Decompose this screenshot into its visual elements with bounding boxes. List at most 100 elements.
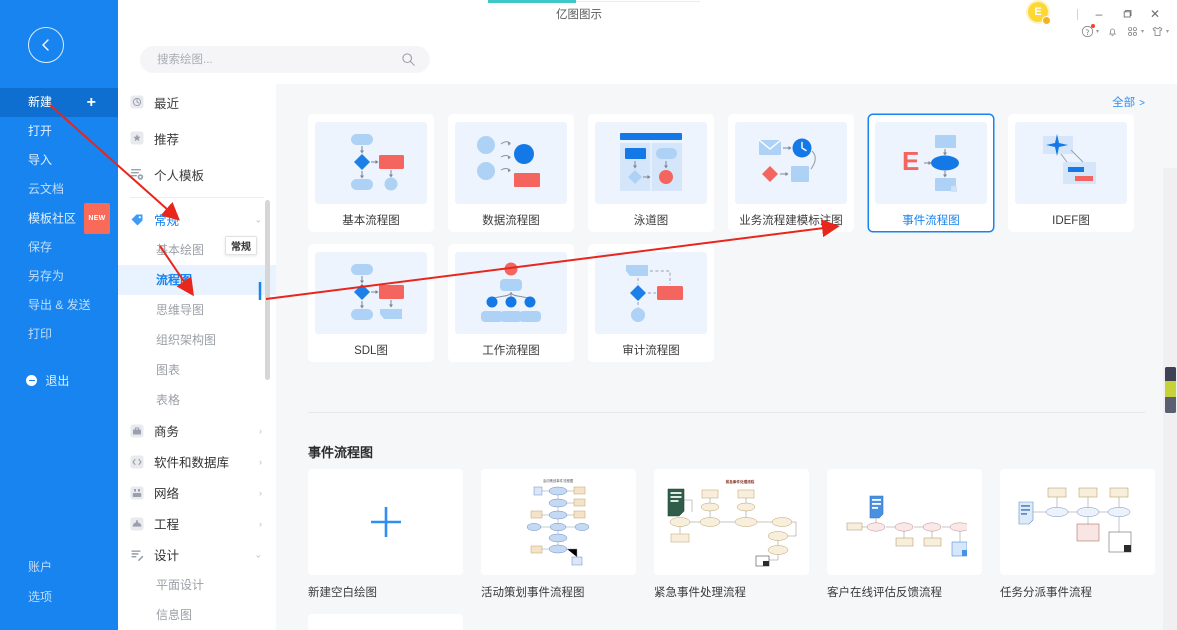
help-button[interactable]: ▾ bbox=[1079, 24, 1101, 39]
category-sub-label: 基本绘图 bbox=[156, 243, 205, 257]
category-group-network[interactable]: 网络 › bbox=[118, 477, 276, 508]
type-card-audit-flowchart[interactable]: 审计流程图 bbox=[588, 244, 714, 362]
svg-text:E: E bbox=[902, 146, 919, 176]
view-all-link[interactable]: 全部 > bbox=[1112, 94, 1145, 110]
active-tab-indicator bbox=[488, 0, 576, 3]
window-controls-separator bbox=[1077, 8, 1078, 20]
sidebar-item-export-send[interactable]: 导出 & 发送 bbox=[0, 291, 118, 320]
type-card-workflow[interactable]: 工作流程图 bbox=[448, 244, 574, 362]
template-card-label: 客户在线评估反馈流程 bbox=[827, 587, 942, 599]
category-group-label: 网络 bbox=[154, 487, 180, 501]
chevron-down-icon[interactable]: ⌄ bbox=[254, 549, 262, 560]
chevron-right-icon[interactable]: › bbox=[259, 457, 262, 467]
sidebar-item-label: 模板社区 bbox=[28, 211, 77, 226]
category-item-recommend[interactable]: 推荐 bbox=[118, 120, 276, 156]
category-item-personal-template[interactable]: 个人模板 bbox=[118, 156, 276, 192]
sidebar-item-label: 保存 bbox=[28, 240, 53, 254]
blank-template-thumb bbox=[308, 469, 463, 575]
flowchart-thumb bbox=[315, 122, 427, 204]
chevron-down-icon[interactable]: ⌄ bbox=[254, 214, 262, 225]
category-scroll-area: 最近 推荐 个人模板 常规 ⌄ 基本绘图 流程图 思维导图 组织架构图 图表 表… bbox=[118, 84, 276, 630]
type-card-basic-flowchart[interactable]: 基本流程图 bbox=[308, 114, 434, 232]
new-plus-icon[interactable]: + bbox=[87, 88, 96, 117]
category-label: 推荐 bbox=[154, 132, 180, 147]
main-scrollbar-track[interactable] bbox=[1163, 168, 1177, 630]
type-card-label: 审计流程图 bbox=[622, 345, 680, 357]
sidebar-item-save[interactable]: 保存 bbox=[0, 233, 118, 262]
sidebar-item-import[interactable]: 导入 bbox=[0, 146, 118, 175]
type-card-data-flowchart[interactable]: 数据流程图 bbox=[448, 114, 574, 232]
search-icon[interactable] bbox=[401, 52, 416, 72]
sidebar-item-cloud-doc[interactable]: 云文档 bbox=[0, 175, 118, 204]
category-sub-label: 流程图 bbox=[156, 273, 193, 287]
audit-thumb bbox=[595, 252, 707, 334]
template-card-row2-2[interactable] bbox=[308, 614, 463, 630]
engineering-icon bbox=[129, 516, 144, 531]
category-item-recent[interactable]: 最近 bbox=[118, 84, 276, 120]
apps-button[interactable]: ▾ bbox=[1124, 24, 1146, 39]
category-sub-flowchart[interactable]: 流程图 bbox=[118, 265, 276, 295]
search-input[interactable] bbox=[157, 46, 392, 73]
new-badge: NEW bbox=[84, 203, 110, 234]
main-scrollbar-thumb[interactable] bbox=[1165, 367, 1176, 413]
category-group-engineering[interactable]: 工程 › bbox=[118, 508, 276, 539]
type-card-idef[interactable]: IDEF图 bbox=[1008, 114, 1134, 232]
category-sub-table[interactable]: 表格 bbox=[118, 385, 276, 415]
chevron-down-icon[interactable]: ▾ bbox=[1141, 28, 1144, 35]
sidebar-item-template-community[interactable]: 模板社区 NEW bbox=[0, 203, 118, 234]
template-card-task-assignment[interactable]: 任务分派事件流程 bbox=[1000, 469, 1155, 600]
sidebar-item-options[interactable]: 选项 bbox=[0, 582, 118, 612]
template-card-label: 活动策划事件流程图 bbox=[481, 587, 585, 599]
theme-button[interactable]: ▾ bbox=[1149, 24, 1171, 39]
category-group-design[interactable]: 设计 ⌄ bbox=[118, 539, 276, 570]
category-sub-infographic[interactable]: 信息图 bbox=[118, 600, 276, 630]
category-sub-chart[interactable]: 图表 bbox=[118, 355, 276, 385]
chevron-down-icon[interactable]: ▾ bbox=[1166, 28, 1169, 35]
template-card-activity-planning[interactable]: 活动策划事件流程图 活动策划事件流程图 bbox=[481, 469, 636, 600]
avatar[interactable]: E bbox=[1028, 2, 1051, 25]
left-sidebar: 新建 + 打开 导入 云文档 模板社区 NEW 保存 另存为 导出 & 发送 打… bbox=[0, 0, 118, 630]
sidebar-item-print[interactable]: 打印 bbox=[0, 320, 118, 349]
category-group-business[interactable]: 商务 › bbox=[118, 415, 276, 446]
close-button[interactable]: ✕ bbox=[1141, 4, 1169, 24]
type-card-event-flowchart[interactable]: E 事件流程图 bbox=[868, 114, 994, 232]
notification-button[interactable] bbox=[1104, 24, 1121, 39]
template-card-customer-feedback[interactable]: 客户在线评估反馈流程 bbox=[827, 469, 982, 600]
category-group-software-db[interactable]: 软件和数据库 › bbox=[118, 446, 276, 477]
type-card-swimlane[interactable]: 泳道图 bbox=[588, 114, 714, 232]
type-card-label: 业务流程建模标注图 bbox=[739, 215, 843, 227]
back-button[interactable] bbox=[28, 27, 64, 63]
minimize-button[interactable]: – bbox=[1085, 4, 1113, 24]
chevron-right-icon[interactable]: › bbox=[259, 519, 262, 529]
swimlane-thumb bbox=[595, 122, 707, 204]
template-icon bbox=[129, 167, 144, 182]
grid-icon bbox=[1128, 27, 1137, 36]
sidebar-item-exit[interactable]: 退出 bbox=[0, 367, 118, 396]
chevron-down-icon[interactable]: ▾ bbox=[1096, 28, 1099, 35]
template-card-blank[interactable]: 新建空白绘图 bbox=[308, 469, 463, 600]
category-group-general[interactable]: 常规 ⌄ bbox=[118, 204, 276, 235]
chevron-right-icon[interactable]: › bbox=[259, 426, 262, 436]
search-box[interactable] bbox=[140, 46, 430, 73]
sidebar-item-open[interactable]: 打开 bbox=[0, 117, 118, 146]
sidebar-item-label: 导出 & 发送 bbox=[28, 298, 91, 312]
category-panel-scrollbar[interactable] bbox=[265, 200, 270, 380]
category-sub-mindmap[interactable]: 思维导图 bbox=[118, 295, 276, 325]
category-sub-graphic-design[interactable]: 平面设计 bbox=[118, 570, 276, 600]
idef-thumb bbox=[1015, 122, 1127, 204]
template-card-label: 紧急事件处理流程 bbox=[654, 587, 746, 599]
sidebar-item-new[interactable]: 新建 + bbox=[0, 88, 118, 117]
maximize-button[interactable] bbox=[1113, 4, 1141, 24]
category-sub-org-chart[interactable]: 组织架构图 bbox=[118, 325, 276, 355]
sidebar-item-save-as[interactable]: 另存为 bbox=[0, 262, 118, 291]
bell-icon bbox=[1109, 28, 1116, 37]
code-icon bbox=[129, 454, 144, 469]
template-card-emergency[interactable]: 紧急事件处理流程 紧急事件处理流程 bbox=[654, 469, 809, 600]
section-divider bbox=[308, 412, 1145, 413]
sidebar-item-account[interactable]: 账户 bbox=[0, 552, 118, 582]
type-card-sdl[interactable]: SDL图 bbox=[308, 244, 434, 362]
chevron-right-icon[interactable]: › bbox=[259, 488, 262, 498]
svg-text:紧急事件处理流程: 紧急事件处理流程 bbox=[725, 479, 754, 484]
type-card-bpmn[interactable]: 业务流程建模标注图 bbox=[728, 114, 854, 232]
sidebar-bottom-menu: 账户 选项 bbox=[0, 552, 118, 612]
